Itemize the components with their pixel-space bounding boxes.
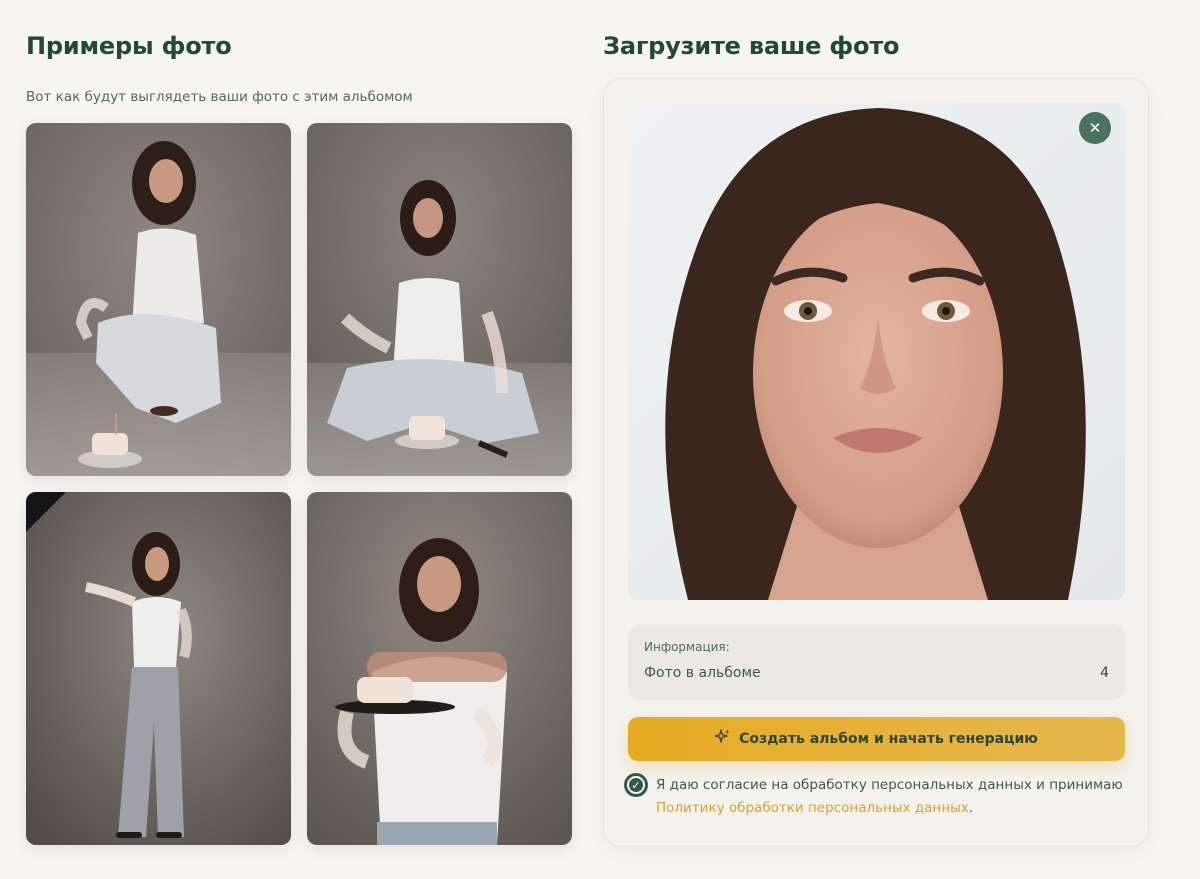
examples-title: Примеры фото bbox=[26, 32, 232, 60]
consent-row: ✓ Я даю согласие на обработку персональн… bbox=[624, 773, 1124, 820]
info-label: Информация: bbox=[644, 640, 730, 654]
sparkle-icon bbox=[714, 729, 731, 749]
example-photo-2[interactable] bbox=[307, 123, 572, 476]
consent-text-end: . bbox=[968, 800, 974, 816]
consent-text: Я даю согласие на обработку персональных… bbox=[656, 774, 1123, 820]
examples-grid bbox=[26, 123, 572, 845]
photos-in-album-count: 4 bbox=[1100, 665, 1109, 681]
example-photo-3[interactable] bbox=[26, 492, 291, 845]
examples-section: Примеры фото Вот как будут выглядеть ваш… bbox=[26, 30, 572, 845]
remove-photo-button[interactable]: ✕ bbox=[1079, 112, 1111, 144]
create-album-button[interactable]: Создать альбом и начать генерацию bbox=[628, 717, 1125, 761]
example-photo-4[interactable] bbox=[307, 492, 572, 845]
photos-in-album-label: Фото в альбоме bbox=[644, 665, 761, 681]
info-row-photos: Фото в альбоме 4 bbox=[644, 665, 1109, 681]
check-icon: ✓ bbox=[627, 776, 645, 794]
upload-card: ✕ Информация: Фото в альбоме 4 Создать а… bbox=[603, 78, 1149, 847]
consent-checkbox[interactable]: ✓ bbox=[624, 773, 648, 797]
uploaded-photo: ✕ bbox=[628, 103, 1125, 600]
privacy-policy-link[interactable]: Политику обработки персональных данных bbox=[656, 800, 969, 816]
examples-subtitle: Вот как будут выглядеть ваши фото с этим… bbox=[26, 89, 413, 105]
info-panel: Информация: Фото в альбоме 4 bbox=[628, 625, 1125, 700]
example-photo-1[interactable] bbox=[26, 123, 291, 476]
close-icon: ✕ bbox=[1088, 119, 1102, 137]
upload-title: Загрузите ваше фото bbox=[603, 32, 900, 60]
create-album-label: Создать альбом и начать генерацию bbox=[739, 731, 1038, 747]
consent-text-main: Я даю согласие на обработку персональных… bbox=[656, 777, 1123, 793]
upload-section: Загрузите ваше фото ✕ Информация: Фото в… bbox=[603, 30, 1149, 847]
